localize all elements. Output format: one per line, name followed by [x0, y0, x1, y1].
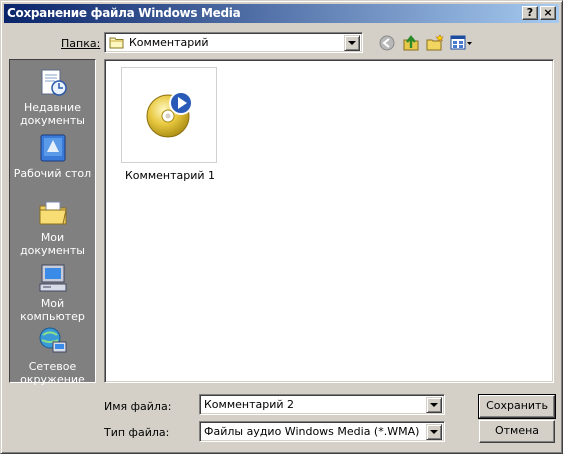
- lookin-combo[interactable]: Комментарий: [104, 32, 363, 53]
- lookin-label: Папка:: [61, 37, 100, 50]
- place-desktop[interactable]: Рабочий стол: [10, 132, 95, 180]
- dialog-title: Сохранение файла Windows Media: [7, 6, 241, 20]
- file-list[interactable]: Комментарий 1: [104, 59, 554, 383]
- new-folder-icon[interactable]: [426, 34, 444, 52]
- lookin-label-text: Папка:: [61, 37, 101, 50]
- place-my-computer-label-1: Мой: [40, 297, 65, 310]
- place-desktop-label: Рабочий стол: [13, 167, 92, 180]
- my-computer-icon: [39, 264, 66, 292]
- filetype-value: Файлы аудио Windows Media (*.WMA): [204, 425, 420, 438]
- file-name: Комментарий 1: [124, 169, 216, 182]
- filetype-dropdown-button[interactable]: [426, 424, 442, 440]
- place-my-computer-label-2: компьютер: [20, 310, 85, 323]
- place-recent-documents[interactable]: Недавние документы: [10, 66, 95, 127]
- save-dialog: Сохранение файла Windows Media ? × Папка…: [0, 0, 563, 454]
- place-my-documents-label-1: Мои: [40, 231, 65, 244]
- view-menu-icon[interactable]: [450, 34, 474, 52]
- place-recent-label-1: Недавние: [24, 101, 81, 114]
- filename-dropdown-button[interactable]: [426, 397, 442, 413]
- my-documents-icon: [39, 201, 67, 225]
- filename-label: Имя файла:: [104, 400, 172, 413]
- lookin-value: Комментарий: [129, 36, 209, 49]
- recent-documents-icon: [41, 69, 67, 96]
- filename-input[interactable]: Комментарий 2: [199, 394, 445, 415]
- filename-value: Комментарий 2: [204, 398, 295, 411]
- place-network[interactable]: Сетевое окружение: [10, 325, 95, 386]
- network-places-icon: [39, 327, 66, 353]
- file-thumbnail: [121, 67, 217, 163]
- filetype-label: Тип файла:: [104, 426, 170, 439]
- save-button[interactable]: Сохранить: [478, 394, 556, 419]
- cancel-button[interactable]: Отмена: [479, 420, 555, 443]
- desktop-icon: [40, 134, 65, 162]
- place-network-label-1: Сетевое: [28, 360, 77, 373]
- place-my-computer[interactable]: Мой компьютер: [10, 262, 95, 323]
- place-network-label-2: окружение: [20, 373, 85, 386]
- folder-icon: [109, 37, 124, 49]
- places-bar: Недавние документы Рабочий стол Мои доку…: [9, 59, 96, 386]
- title-bar[interactable]: Сохранение файла Windows Media ? ×: [4, 4, 559, 23]
- up-folder-icon[interactable]: [402, 34, 420, 52]
- lookin-dropdown-button[interactable]: [344, 35, 360, 51]
- place-recent-label-2: документы: [20, 114, 85, 127]
- media-disc-icon: [146, 91, 193, 138]
- help-button[interactable]: ?: [522, 6, 538, 20]
- close-button[interactable]: ×: [540, 6, 556, 20]
- place-my-documents-label-2: документы: [20, 244, 85, 257]
- back-arrow-icon[interactable]: [378, 34, 396, 52]
- place-my-documents[interactable]: Мои документы: [10, 196, 95, 257]
- filetype-select[interactable]: Файлы аудио Windows Media (*.WMA): [199, 421, 445, 442]
- file-item[interactable]: Комментарий 1: [121, 67, 219, 182]
